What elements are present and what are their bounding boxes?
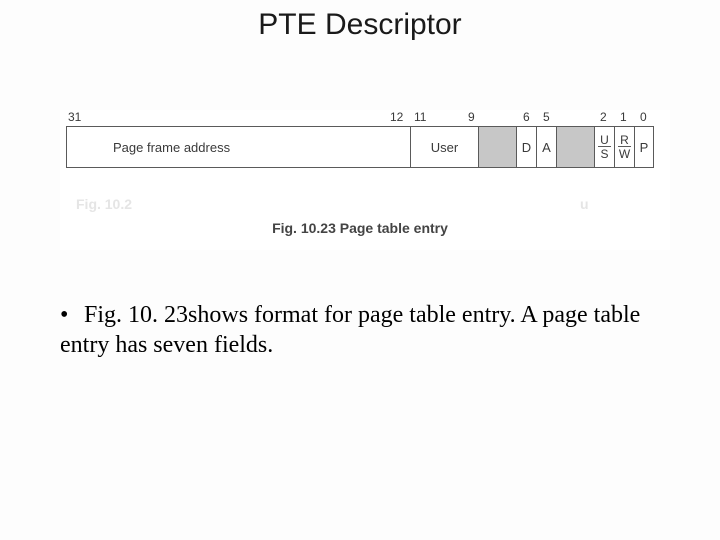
bit-6: 6 — [523, 110, 530, 124]
field-user: User — [410, 126, 478, 168]
field-d: D — [516, 126, 536, 168]
bullet-text: Fig. 10. 23shows format for page table e… — [60, 302, 640, 358]
field-p: P — [634, 126, 654, 168]
bit-5: 5 — [543, 110, 550, 124]
bit-11: 11 — [414, 110, 426, 124]
bit-12: 12 — [390, 110, 403, 124]
bit-1: 1 — [620, 110, 627, 124]
figure-caption: Fig. 10.23 Page table entry — [60, 220, 660, 236]
field-u-s: U S — [594, 126, 614, 168]
ghost-text-right: u — [580, 196, 589, 212]
ghost-text-top: Fig. 10.2 — [76, 196, 132, 212]
field-r-w: R W — [614, 126, 634, 168]
field-r-w-top: R — [618, 134, 631, 147]
bit-31: 31 — [68, 110, 81, 124]
field-page-frame-address: Page frame address — [66, 126, 410, 168]
bit-0: 0 — [640, 110, 647, 124]
bullet-marker: • — [60, 300, 84, 330]
bullet-paragraph: •Fig. 10. 23shows format for page table … — [60, 300, 660, 360]
slide: PTE Descriptor Fig. 10.2 u 31 12 11 9 6 … — [0, 0, 720, 540]
field-u-s-bot: S — [598, 148, 610, 160]
field-reserved-8-7 — [478, 126, 516, 168]
field-reserved-4-3 — [556, 126, 594, 168]
field-a: A — [536, 126, 556, 168]
bit-9: 9 — [468, 110, 475, 124]
field-r-w-bot: W — [617, 148, 632, 160]
pte-diagram: Fig. 10.2 u 31 12 11 9 6 5 2 1 0 Page fr… — [60, 110, 670, 250]
bit-2: 2 — [600, 110, 607, 124]
slide-title: PTE Descriptor — [0, 8, 720, 42]
bit-number-row: 31 12 11 9 6 5 2 1 0 — [60, 110, 660, 124]
pte-fields-row: Page frame address User D A U S R W P — [60, 126, 660, 170]
field-u-s-top: U — [598, 134, 611, 147]
